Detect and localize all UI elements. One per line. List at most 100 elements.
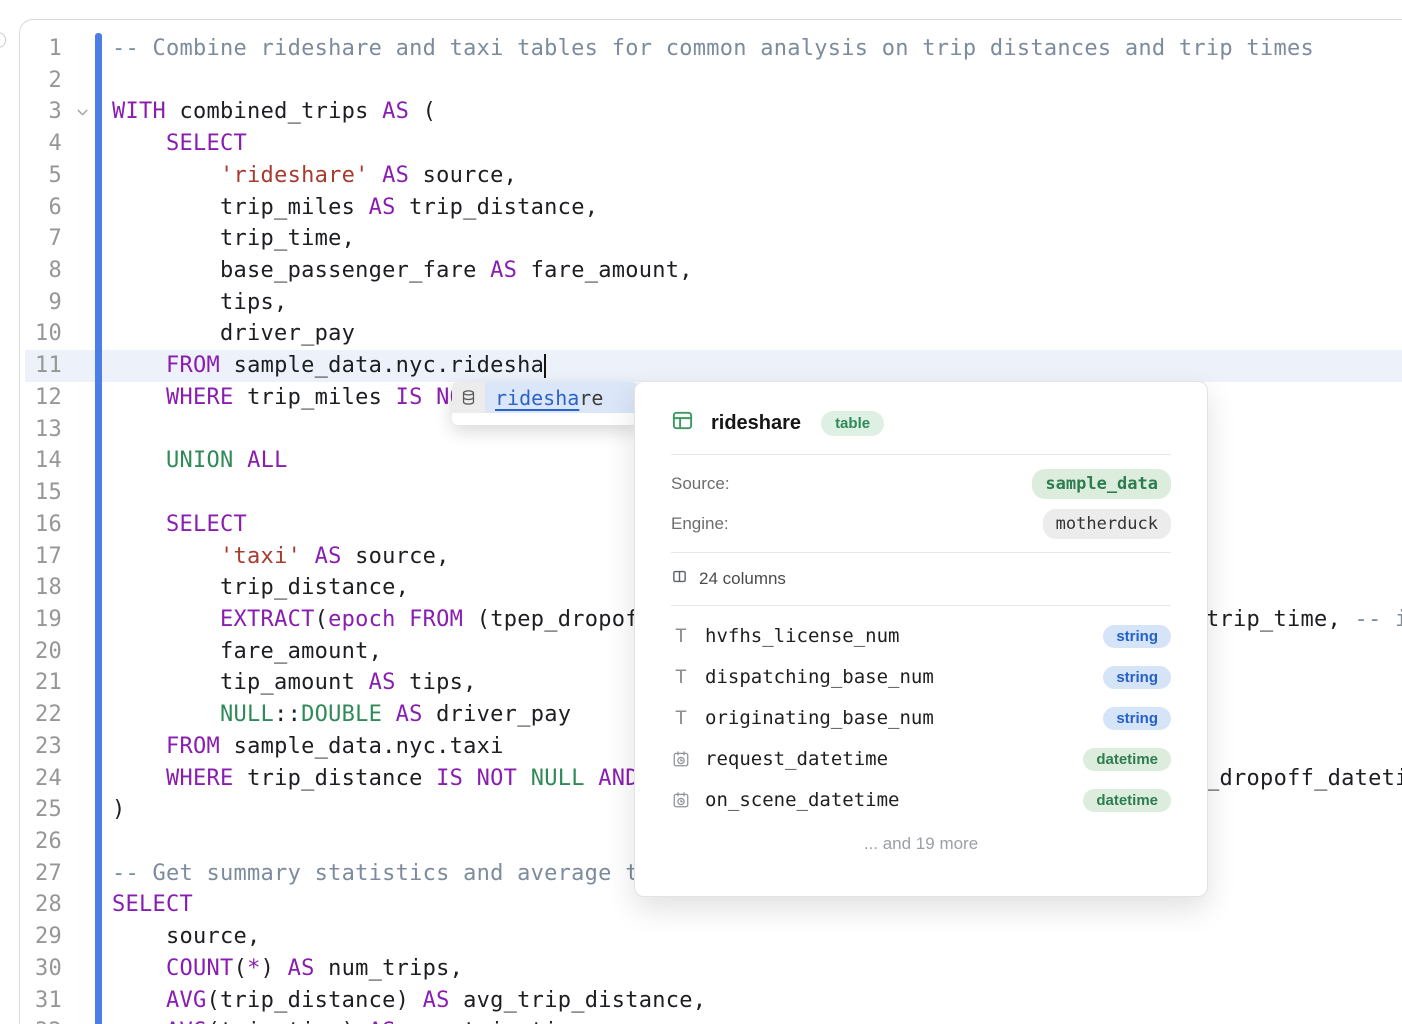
code-token xyxy=(396,607,410,632)
code-token: ) xyxy=(112,797,126,822)
code-token: AVG xyxy=(166,988,207,1013)
code-token: AS xyxy=(315,544,342,569)
line-number[interactable]: 7 xyxy=(19,223,62,255)
autocomplete-item-rideshare[interactable]: rideshare xyxy=(485,382,638,413)
line-number[interactable]: 10 xyxy=(19,318,62,350)
code-line[interactable]: base_passenger_fare AS fare_amount, xyxy=(112,255,1402,287)
code-token xyxy=(517,766,531,791)
line-number[interactable]: 6 xyxy=(19,192,62,224)
text-icon: T xyxy=(671,625,691,647)
code-line[interactable]: AVG(trip_time) AS avg_trip_time, xyxy=(112,1016,1402,1024)
line-number[interactable]: 5 xyxy=(19,160,62,192)
code-line[interactable]: tips, xyxy=(112,287,1402,319)
line-number[interactable]: 25 xyxy=(19,794,62,826)
gutter-change-bar xyxy=(95,33,102,1024)
divider xyxy=(671,454,1171,455)
code-line[interactable]: -- Combine rideshare and taxi tables for… xyxy=(112,33,1402,65)
code-line[interactable]: AVG(trip_distance) AS avg_trip_distance, xyxy=(112,985,1402,1017)
code-token: -- Combine rideshare and taxi tables for… xyxy=(112,36,1314,61)
line-number[interactable]: 9 xyxy=(19,287,62,319)
more-columns-label: ... and 19 more xyxy=(671,834,1171,854)
line-number[interactable]: 28 xyxy=(19,889,62,921)
code-token: base_passenger_fare xyxy=(112,258,490,283)
column-row: on_scene_datetimedatetime xyxy=(671,786,1171,814)
line-number[interactable]: 23 xyxy=(19,731,62,763)
code-token xyxy=(463,766,477,791)
source-label: Source: xyxy=(671,474,730,494)
line-number[interactable]: 16 xyxy=(19,509,62,541)
code-token xyxy=(112,512,166,537)
code-token: -- in seconds xyxy=(1355,607,1402,632)
code-token xyxy=(112,353,166,378)
line-number[interactable]: 27 xyxy=(19,858,62,890)
chevron-down-icon[interactable] xyxy=(74,104,91,121)
line-number[interactable]: 13 xyxy=(19,414,62,446)
line-number[interactable]: 12 xyxy=(19,382,62,414)
code-token: fare_amount, xyxy=(112,639,382,664)
code-line[interactable]: driver_pay xyxy=(112,318,1402,350)
code-token: 'rideshare' xyxy=(220,163,369,188)
line-number[interactable]: 11 xyxy=(19,350,62,382)
line-number[interactable]: 31 xyxy=(19,985,62,1017)
line-number-gutter[interactable]: 1234567891011121314151617181920212223242… xyxy=(19,33,62,1024)
autocomplete-dropdown: rideshare xyxy=(452,382,638,425)
line-number[interactable]: 32 xyxy=(19,1016,62,1024)
columns-summary: 24 columns xyxy=(699,569,786,589)
line-number[interactable]: 22 xyxy=(19,699,62,731)
code-token: IS xyxy=(396,385,423,410)
code-token: AS xyxy=(369,1019,396,1024)
line-number[interactable]: 21 xyxy=(19,667,62,699)
code-token: trip_time, xyxy=(1192,607,1354,632)
code-token: AND xyxy=(598,766,639,791)
code-line[interactable]: 'rideshare' AS source, xyxy=(112,160,1402,192)
code-token: trip_time, xyxy=(112,226,355,251)
code-token: num_trips, xyxy=(315,956,464,981)
code-token: WITH xyxy=(112,99,166,124)
autocomplete-match-text: ridesha xyxy=(495,386,579,410)
line-number[interactable]: 26 xyxy=(19,826,62,858)
column-row: T dispatching_base_numstring xyxy=(671,663,1171,691)
line-number[interactable]: 15 xyxy=(19,477,62,509)
code-token: AS xyxy=(369,195,396,220)
code-line[interactable]: trip_miles AS trip_distance, xyxy=(112,192,1402,224)
code-line[interactable]: WITH combined_trips AS ( xyxy=(112,96,1402,128)
column-row: T originating_base_numstring xyxy=(671,704,1171,732)
line-number[interactable]: 19 xyxy=(19,604,62,636)
code-token: sample_data.nyc.ridesha xyxy=(220,353,544,378)
code-token: ) xyxy=(261,956,288,981)
code-line[interactable]: COUNT(*) AS num_trips, xyxy=(112,953,1402,985)
line-number[interactable]: 3 xyxy=(19,96,62,128)
code-token: AS xyxy=(396,702,423,727)
code-token xyxy=(585,766,599,791)
line-number[interactable]: 18 xyxy=(19,572,62,604)
code-token: WHERE xyxy=(166,385,234,410)
column-name: originating_base_num xyxy=(705,707,934,729)
line-number[interactable]: 4 xyxy=(19,128,62,160)
code-token: driver_pay xyxy=(423,702,572,727)
divider xyxy=(671,552,1171,553)
code-token xyxy=(234,448,248,473)
line-number[interactable]: 1 xyxy=(19,33,62,65)
code-token: avg_trip_distance, xyxy=(450,988,707,1013)
line-number[interactable]: 17 xyxy=(19,541,62,573)
line-number[interactable]: 20 xyxy=(19,636,62,668)
code-token: tips, xyxy=(112,290,288,315)
line-number[interactable]: 8 xyxy=(19,255,62,287)
code-line[interactable]: FROM sample_data.nyc.ridesha xyxy=(112,350,1402,382)
code-line[interactable]: source, xyxy=(112,921,1402,953)
line-number[interactable]: 14 xyxy=(19,445,62,477)
code-line[interactable]: trip_time, xyxy=(112,223,1402,255)
code-line[interactable] xyxy=(112,65,1402,97)
code-token: ALL xyxy=(247,448,288,473)
line-number[interactable]: 2 xyxy=(19,65,62,97)
code-line[interactable]: SELECT xyxy=(112,128,1402,160)
code-token: trip_miles xyxy=(112,195,369,220)
autocomplete-rest-text: re xyxy=(579,386,603,410)
columns-icon xyxy=(671,568,688,590)
line-number[interactable]: 29 xyxy=(19,921,62,953)
code-token: EXTRACT xyxy=(220,607,315,632)
code-token: epoch xyxy=(328,607,396,632)
line-number[interactable]: 24 xyxy=(19,763,62,795)
line-number[interactable]: 30 xyxy=(19,953,62,985)
engine-label: Engine: xyxy=(671,514,729,534)
